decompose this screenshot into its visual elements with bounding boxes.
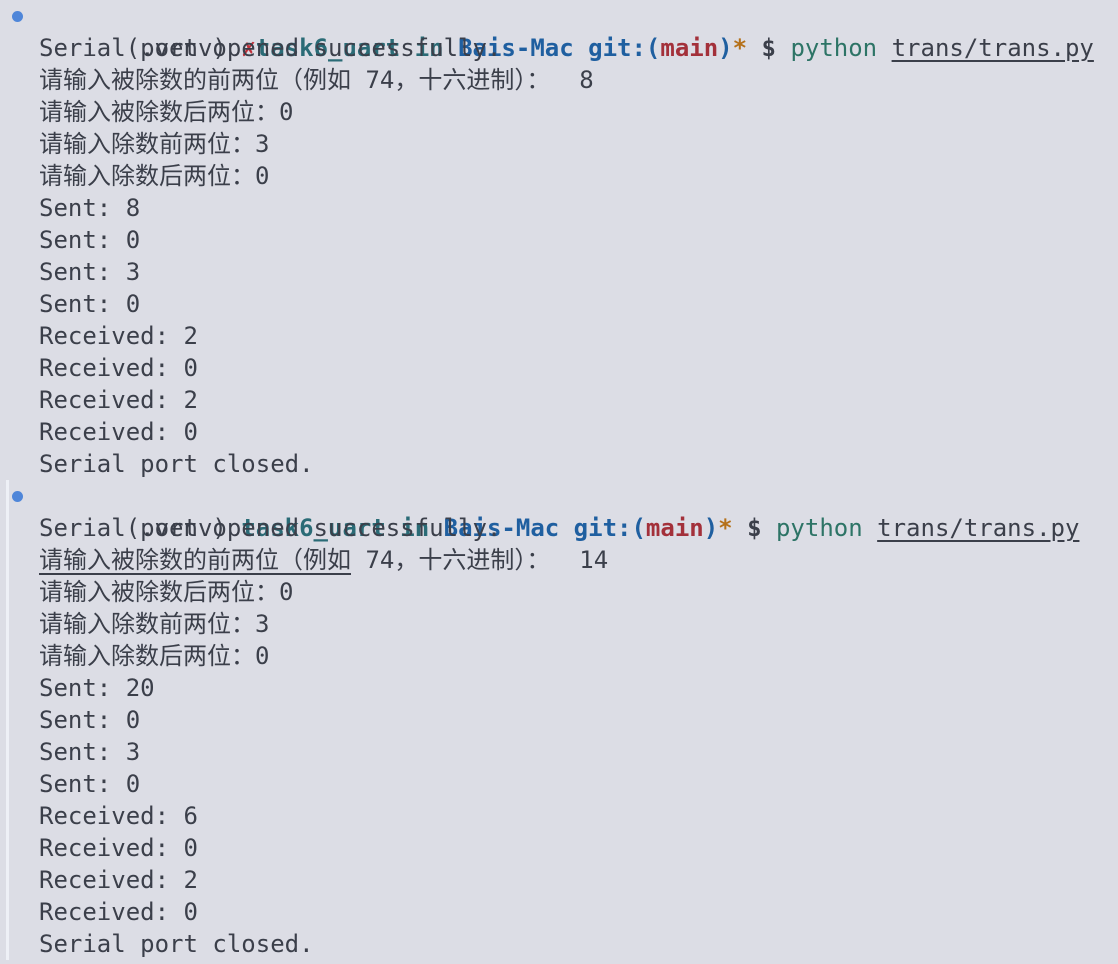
received-line: Received: 2 <box>39 866 198 894</box>
output-line: Serial port closed. <box>39 930 314 958</box>
received-line: Received: 0 <box>39 898 198 926</box>
input-prompt-line: 请输入被除数后两位：0 <box>9 576 1118 608</box>
prompt-line: (.venv) task6_uart in Bais-Mac git:(main… <box>9 480 1118 542</box>
input-question: 请输入被除数后两位： <box>39 98 279 126</box>
input-prompt-line: 请输入除数前两位：3 <box>0 128 1118 160</box>
input-question: 请输入被除数的前两位（例如 74，十六进制）： <box>39 66 551 94</box>
received-line: Received: 6 <box>39 802 198 830</box>
run-block-2: (.venv) task6_uart in Bais-Mac git:(main… <box>6 480 1118 960</box>
input-prompt-line: 请输入除数前两位：3 <box>9 608 1118 640</box>
input-prompt-line: 请输入除数后两位：0 <box>9 640 1118 672</box>
received-line: Received: 0 <box>39 834 198 862</box>
input-prompt-line: 请输入除数后两位：0 <box>0 160 1118 192</box>
sent-line: Sent: 20 <box>39 674 155 702</box>
input-answer: 0 <box>279 98 294 126</box>
prompt-line: (.venv) ✗task6_uart in Bais-Mac git:(mai… <box>0 0 1118 62</box>
input-answer: 0 <box>255 642 270 670</box>
prompt-marker-icon[interactable] <box>12 491 23 502</box>
prompt-marker-icon[interactable] <box>12 11 23 22</box>
sent-line: Sent: 0 <box>39 226 141 254</box>
input-question: 请输入除数前两位： <box>39 130 255 158</box>
received-line: Received: 0 <box>39 354 198 382</box>
input-answer: 14 <box>579 546 609 574</box>
terminal-window[interactable]: (.venv) ✗task6_uart in Bais-Mac git:(mai… <box>0 0 1118 964</box>
sent-line: Sent: 0 <box>39 706 141 734</box>
input-answer: 8 <box>579 66 594 94</box>
input-question: 74，十六进制）： <box>351 546 551 574</box>
received-line: Received: 0 <box>39 418 198 446</box>
input-question: 请输入除数前两位： <box>39 610 255 638</box>
output-line: Serial port opened successfully. <box>39 514 502 542</box>
input-question-link[interactable]: 请输入被除数的前两位（例如 <box>39 546 351 574</box>
output-line: Serial port closed. <box>39 450 314 478</box>
output-line: Serial port opened successfully. <box>39 34 502 62</box>
input-answer: 0 <box>279 578 294 606</box>
input-question: 请输入被除数后两位： <box>39 578 279 606</box>
input-prompt-line: 请输入被除数的前两位（例如 74，十六进制）： 8 <box>0 64 1118 96</box>
run-block-1: (.venv) ✗task6_uart in Bais-Mac git:(mai… <box>0 0 1118 480</box>
sent-line: Sent: 0 <box>39 290 141 318</box>
sent-line: Sent: 3 <box>39 258 141 286</box>
sent-line: Sent: 3 <box>39 738 141 766</box>
input-answer: 3 <box>255 610 270 638</box>
input-question: 请输入除数后两位： <box>39 162 255 190</box>
input-answer: 3 <box>255 130 270 158</box>
sent-line: Sent: 8 <box>39 194 141 222</box>
input-answer: 0 <box>255 162 270 190</box>
input-prompt-line: 请输入被除数的前两位（例如 74，十六进制）： 14 <box>9 544 1118 576</box>
received-line: Received: 2 <box>39 322 198 350</box>
input-prompt-line: 请输入被除数后两位：0 <box>0 96 1118 128</box>
input-question: 请输入除数后两位： <box>39 642 255 670</box>
received-line: Received: 2 <box>39 386 198 414</box>
sent-line: Sent: 0 <box>39 770 141 798</box>
